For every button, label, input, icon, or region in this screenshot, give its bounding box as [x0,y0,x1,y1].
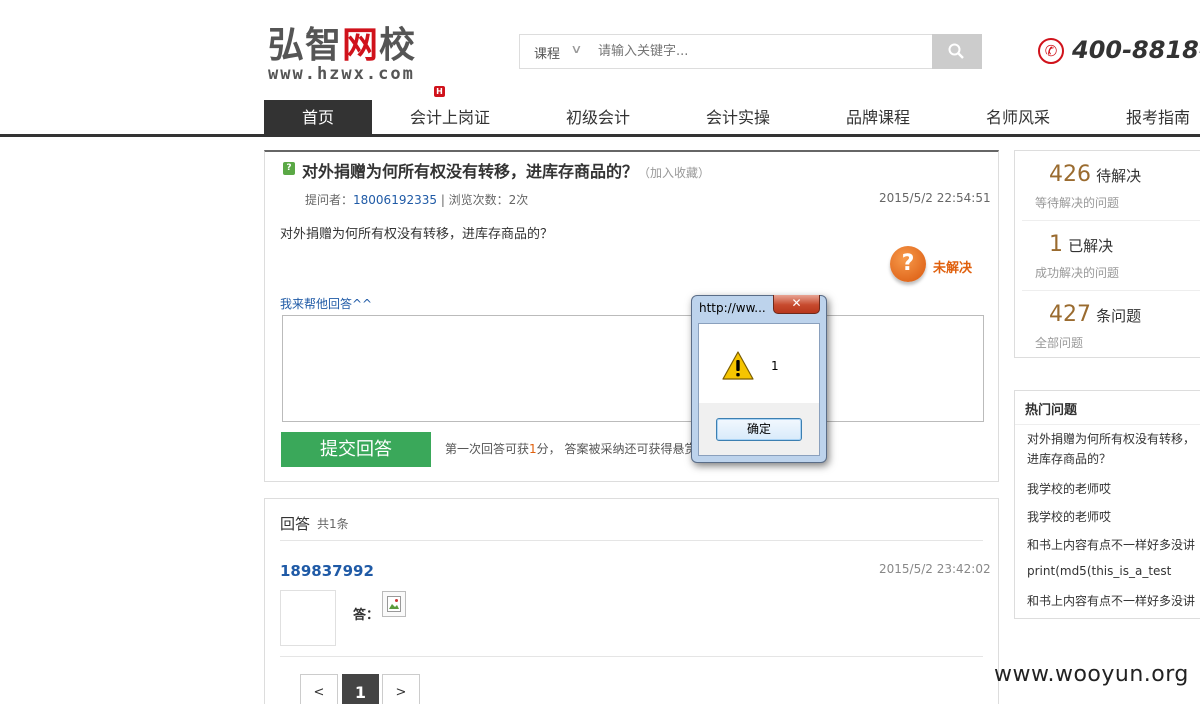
logo-text-1: 弘智 [268,25,343,66]
stat-total-unit: 条问题 [1096,307,1142,325]
warning-icon [722,351,754,380]
stat-pending-unit: 待解决 [1096,167,1142,185]
answer-textarea[interactable] [282,315,984,422]
divider [1022,290,1200,291]
question-title-text: 对外捐赠为何所有权没有转移，进库存商品的？ [302,162,639,181]
stat-pending[interactable]: 426 待解决 [1049,162,1141,187]
watermark: www.wooyun.org [994,662,1189,687]
nav-item-accounting-cert[interactable]: 会计上岗证 [394,100,506,135]
status-badge: 未解决 [933,261,973,276]
divider [1015,424,1200,425]
pager-prev-button[interactable]: < [300,674,338,704]
logo-text-2: 网 [342,25,380,66]
stat-pending-sub: 等待解决的问题 [1035,196,1120,210]
stat-solved-sub: 成功解决的问题 [1035,266,1120,280]
submit-note: 第一次回答可获1分， 答案被采纳还可获得悬赏 [445,440,696,457]
nav-item-brand-courses[interactable]: 品牌课程 [824,100,932,135]
stat-solved-unit: 已解决 [1068,237,1114,255]
pager-current-page[interactable]: 1 [342,674,379,704]
submit-answer-button[interactable]: 提交回答 [281,432,431,467]
logo-text-3: 校 [379,25,417,66]
search-button[interactable] [932,34,982,69]
dialog-close-button[interactable]: ✕ [773,295,820,314]
nav-item-exam-guide[interactable]: 报考指南 [1104,100,1200,135]
stat-total[interactable]: 427 条问题 [1049,302,1141,327]
hot-question-item[interactable]: 我学校的老师哎 [1027,508,1200,525]
pager-next-button[interactable]: > [382,674,420,704]
search-input[interactable] [598,36,928,67]
stat-solved[interactable]: 1 已解决 [1049,232,1113,257]
unsolved-icon: ? [890,246,926,282]
logo-badge-icon: H [434,86,445,97]
add-favorite-link[interactable]: （加入收藏） [638,166,710,180]
phone-number: 400-8818- [1072,36,1200,64]
search-bar: 课程 ∨ [519,34,982,69]
dialog-title: http://ww... [699,301,766,315]
phone-icon: ✆ [1038,38,1064,64]
asker-label: 提问者： [305,193,354,207]
view-count: | 浏览次数：2次 [437,193,529,207]
stat-total-sub: 全部问题 [1035,336,1084,350]
nav-item-junior-accounting[interactable]: 初级会计 [544,100,652,135]
answers-title: 回答 [280,515,311,533]
hot-question-item[interactable]: 和书上内容有点不一样好多没讲 [1027,592,1200,609]
help-answer-label: 我来帮他回答^^ [280,297,373,311]
search-icon [948,43,964,59]
question-body: 对外捐赠为何所有权没有转移，进库存商品的？ [280,227,554,242]
nav-item-teachers[interactable]: 名师风采 [964,100,1072,135]
hot-question-item[interactable]: 我学校的老师哎 [1027,480,1200,497]
question-title: 对外捐赠为何所有权没有转移，进库存商品的？（加入收藏） [302,158,710,182]
stat-solved-num: 1 [1049,232,1063,257]
dialog-message: 1 [771,359,779,373]
answers-count: 共1条 [317,517,349,531]
broken-image-icon [382,591,406,617]
answer-label: 答： [353,608,380,623]
divider [1022,220,1200,221]
question-date: 2015/5/2 22:54:51 [879,191,991,205]
hot-question-item[interactable]: print(md5(this_is_a_test [1027,564,1200,578]
question-meta: 提问者：18006192335 | 浏览次数：2次 [305,191,528,208]
hot-question-item[interactable]: 和书上内容有点不一样好多没讲 [1027,536,1200,553]
nav-item-accounting-practice[interactable]: 会计实操 [684,100,792,135]
divider [280,540,983,541]
stat-pending-num: 426 [1049,162,1091,187]
hot-questions-title: 热门问题 [1025,403,1078,418]
chevron-down-icon[interactable]: ∨ [570,42,582,56]
stat-total-num: 427 [1049,302,1091,327]
main-nav: 首页 会计上岗证 初级会计 会计实操 品牌课程 名师风采 报考指南 [264,100,1200,135]
site-logo[interactable]: 弘智网校 [268,24,416,68]
divider [280,656,983,657]
answer-user-link[interactable]: 189837992 [280,562,374,580]
answer-date: 2015/5/2 23:42:02 [879,562,991,576]
submit-note-2: 分， 答案被采纳还可获得悬赏 [536,442,697,456]
search-category[interactable]: 课程 [534,43,560,62]
hot-question-item[interactable]: 对外捐赠为何所有权没有转移，进库存商品的？ [1027,429,1200,469]
question-icon: ? [283,162,295,175]
submit-note-num: 1 [529,442,537,456]
dialog-ok-button[interactable]: 确定 [716,418,802,441]
submit-note-1: 第一次回答可获 [445,442,530,456]
asker-link[interactable]: 18006192335 [353,193,437,207]
nav-divider [0,134,1200,137]
nav-item-home[interactable]: 首页 [264,100,372,135]
logo-url: www.hzwx.com [268,64,415,84]
avatar[interactable] [280,590,336,646]
